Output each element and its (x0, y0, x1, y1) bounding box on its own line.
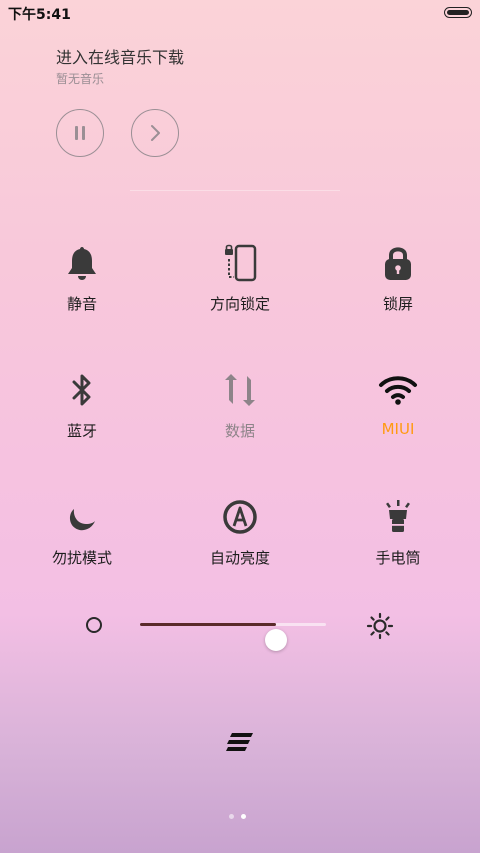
flashlight-icon (378, 497, 418, 537)
toggle-mute[interactable]: 静音 (2, 243, 162, 323)
menu-icon[interactable] (224, 730, 256, 754)
toggle-lock-screen-label: 锁屏 (382, 295, 413, 313)
toggle-mobile-data[interactable]: 数据 (160, 370, 320, 450)
status-bar: 下午5:41 (0, 0, 480, 26)
wifi-icon (378, 370, 418, 410)
pause-icon (75, 126, 85, 140)
toggle-mobile-data-label: 数据 (224, 422, 255, 440)
padlock-icon (378, 243, 418, 283)
page-dot[interactable] (229, 813, 234, 819)
toggle-rotation-lock[interactable]: 方向锁定 (160, 243, 320, 323)
next-button[interactable] (131, 109, 179, 157)
toggle-bluetooth[interactable]: 蓝牙 (2, 370, 162, 450)
toggle-lock-screen[interactable]: 锁屏 (318, 243, 478, 323)
data-sync-icon (220, 370, 260, 410)
toggle-rotation-lock-label: 方向锁定 (209, 295, 270, 313)
pause-button[interactable] (56, 109, 104, 157)
status-time: 下午5:41 (8, 7, 71, 23)
brightness-control (80, 608, 400, 651)
rotation-lock-icon (220, 243, 260, 283)
music-title[interactable]: 进入在线音乐下载 (56, 44, 184, 68)
auto-brightness-icon (220, 497, 260, 537)
toggle-auto-brightness[interactable]: 自动亮度 (160, 497, 320, 577)
moon-icon (62, 497, 102, 537)
toggle-flashlight[interactable]: 手电筒 (318, 497, 478, 577)
bell-icon (62, 243, 102, 283)
next-icon (151, 125, 160, 141)
page-indicator (229, 812, 253, 820)
music-subtitle: 暂无音乐 (56, 72, 105, 86)
toggle-mute-label: 静音 (66, 295, 97, 313)
brightness-low-icon (86, 617, 102, 633)
toggle-bluetooth-label: 蓝牙 (66, 422, 97, 440)
toggle-do-not-disturb-label: 勿扰模式 (51, 549, 112, 567)
toggle-flashlight-label: 手电筒 (375, 549, 421, 567)
toggle-auto-brightness-label: 自动亮度 (209, 549, 270, 567)
battery-icon (444, 7, 472, 18)
toggle-do-not-disturb[interactable]: 勿扰模式 (2, 497, 162, 577)
sun-icon (366, 612, 394, 640)
toggle-wifi[interactable]: MIUI (318, 370, 478, 450)
brightness-slider[interactable] (140, 623, 326, 651)
bluetooth-icon (62, 370, 102, 410)
brightness-slider-fill (140, 623, 276, 626)
page-dot-active[interactable] (241, 813, 246, 819)
toggle-wifi-label: MIUI (381, 420, 415, 438)
section-divider (130, 190, 340, 191)
brightness-slider-thumb[interactable] (264, 629, 287, 651)
